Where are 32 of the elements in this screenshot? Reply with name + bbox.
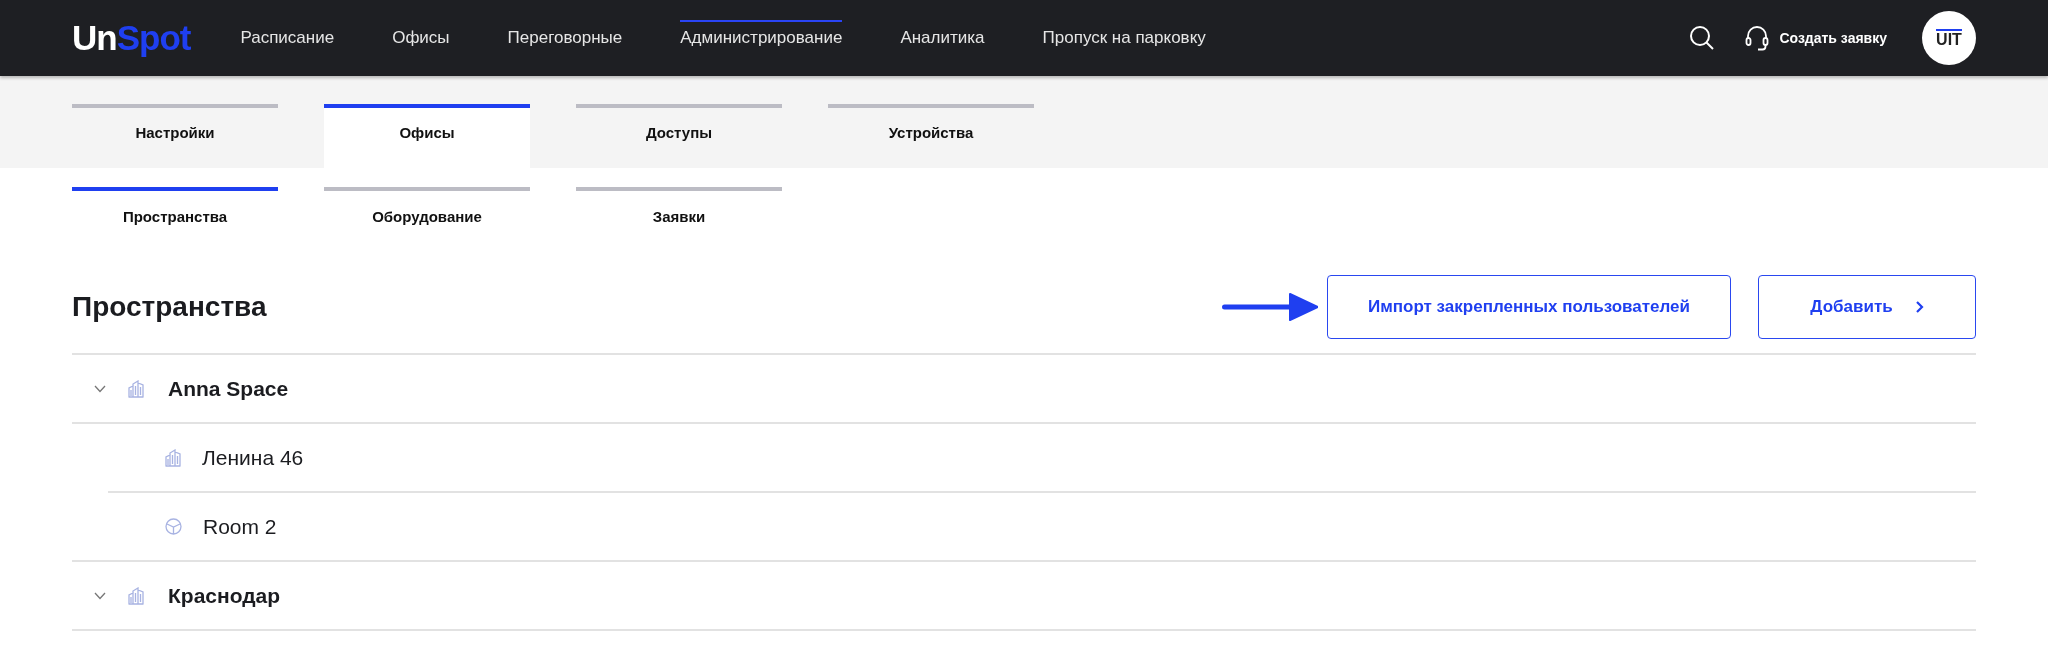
subtab[interactable]: Пространства — [72, 187, 278, 225]
room-icon — [165, 518, 182, 535]
tab[interactable]: Устройства — [828, 104, 1034, 168]
chevron-icon[interactable] — [94, 384, 106, 393]
chevron-right-icon — [1914, 300, 1924, 314]
tab[interactable]: Доступы — [576, 104, 782, 168]
chevron-icon[interactable] — [94, 591, 106, 600]
subtab[interactable]: Заявки — [576, 187, 782, 225]
tree-item[interactable]: Room 2 — [203, 514, 277, 539]
nav-link[interactable]: Офисы — [392, 20, 450, 48]
add-button[interactable]: Добавить — [1758, 275, 1976, 339]
nav-link[interactable]: Расписание — [240, 20, 335, 48]
tree-item[interactable]: Ленина 46 — [202, 445, 304, 470]
building-icon — [128, 379, 144, 398]
create-request-link[interactable]: Создать заявку — [1779, 30, 1887, 46]
nav-link[interactable]: Администрирование — [680, 20, 843, 48]
tab[interactable]: Офисы — [324, 104, 530, 168]
tab[interactable]: Настройки — [72, 104, 278, 168]
building-icon — [128, 586, 144, 605]
import-button[interactable]: Импорт закрепленных пользователей — [1327, 275, 1731, 339]
nav-link[interactable]: Аналитика — [900, 20, 985, 48]
tree-item[interactable]: Краснодар — [168, 583, 281, 608]
building-icon — [165, 448, 181, 467]
page-title: Пространства — [72, 291, 267, 323]
headset-icon[interactable] — [1745, 25, 1770, 51]
nav-link[interactable]: Переговорные — [507, 20, 623, 48]
nav-link[interactable]: Пропуск на парковку — [1042, 20, 1206, 48]
search-icon[interactable] — [1689, 25, 1716, 51]
avatar[interactable]: UIT — [1922, 11, 1976, 65]
tree-item[interactable]: Anna Space — [168, 376, 289, 401]
logo[interactable]: UnSpot — [72, 18, 191, 58]
subtab[interactable]: Оборудование — [324, 187, 530, 225]
